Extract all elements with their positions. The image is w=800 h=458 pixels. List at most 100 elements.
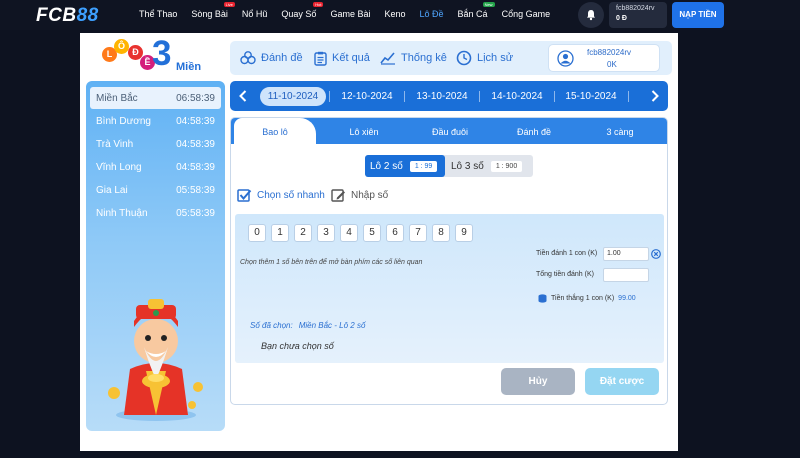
tab-bao-lo[interactable]: Bao lô <box>234 118 316 144</box>
number-key[interactable]: 9 <box>455 224 473 242</box>
win-per-unit: Tiền thắng 1 con (K) 99.00 <box>538 294 636 303</box>
date-item[interactable]: 15-10-2024 <box>558 87 624 106</box>
nav-lode[interactable]: Lô Đề <box>413 0 451 30</box>
tab-place-bet[interactable]: Đánh đề <box>240 41 303 75</box>
account-balance: 0K <box>607 60 617 69</box>
countdown: 04:58:39 <box>176 161 215 173</box>
clipboard-icon <box>314 51 327 66</box>
checkbox-checked-icon <box>237 189 252 202</box>
nav-card-games[interactable]: Game Bài <box>323 0 377 30</box>
date-next-button[interactable] <box>644 81 666 111</box>
selected-numbers-row: Số đã chọn: Miền Bắc - Lô 2 số <box>250 321 366 330</box>
lo-2-so-option[interactable]: Lô 2 số 1 : 99 <box>365 155 445 177</box>
place-bet-button[interactable]: Đặt cược <box>585 368 659 395</box>
date-separator <box>628 91 629 102</box>
logo-number: 3 <box>152 34 172 73</box>
countdown: 04:58:39 <box>176 115 215 127</box>
region-item-vinh-long[interactable]: Vĩnh Long 04:58:39 <box>90 156 221 178</box>
number-key[interactable]: 7 <box>409 224 427 242</box>
date-item[interactable]: 14-10-2024 <box>484 87 550 106</box>
tab-danh-de[interactable]: Đánh đề <box>493 118 575 144</box>
account-username: fcb882024rv <box>587 48 632 57</box>
balance: 0 Đ <box>616 15 627 22</box>
avatar-icon <box>557 50 574 67</box>
nav-game-portal[interactable]: Cổng Game <box>495 0 558 30</box>
number-hint-text: Chọn thêm 1 số bên trên để mở bàn phím c… <box>240 259 423 266</box>
logo-word: Miền <box>176 61 202 73</box>
date-separator <box>329 91 330 102</box>
new-badge: New <box>482 2 495 7</box>
lode-3-mien-logo: L Ô Đ Ề 3 Miền <box>100 34 210 77</box>
nav-slots[interactable]: Nổ Hũ <box>235 0 275 30</box>
empty-selection-note: Bạn chưa chọn số <box>261 341 334 351</box>
chevron-left-icon <box>239 90 247 102</box>
bet-type-tabs: Bao lô Lô xiên Đầu đuôi Đánh đề 3 càng <box>231 118 667 144</box>
chevron-right-icon <box>651 90 659 102</box>
user-balance-box[interactable]: fcb882024rv 0 Đ <box>609 2 667 28</box>
region-item-binh-duong[interactable]: Bình Dương 04:58:39 <box>90 110 221 132</box>
tab-history[interactable]: Lịch sử <box>456 41 513 75</box>
chart-line-icon <box>380 52 395 65</box>
nav-casino[interactable]: Sòng Bài Live <box>184 0 235 30</box>
bet-card: Bao lô Lô xiên Đầu đuôi Đánh đề 3 càng L… <box>230 117 668 405</box>
region-item-mien-bac[interactable]: Miền Bắc 06:58:39 <box>90 87 221 109</box>
number-key[interactable]: 1 <box>271 224 289 242</box>
countdown: 05:58:39 <box>176 184 215 196</box>
edit-icon <box>331 189 345 202</box>
countdown: 04:58:39 <box>176 138 215 150</box>
total-bet-input[interactable] <box>603 268 649 282</box>
total-bet-label: Tổng tiền đánh (K) <box>536 271 594 278</box>
number-key[interactable]: 3 <box>317 224 335 242</box>
main-nav: Thể Thao Sòng Bài Live Nổ Hũ Quay Số Hot G… <box>132 0 557 30</box>
unit-bet-input[interactable]: 1.00 <box>603 247 649 261</box>
nav-lottery-draw[interactable]: Quay Số Hot <box>274 0 324 30</box>
nav-sports[interactable]: Thể Thao <box>132 0 184 30</box>
quick-pick-mode[interactable]: Chọn số nhanh <box>237 188 325 203</box>
date-item[interactable]: 11-10-2024 <box>260 87 326 106</box>
region-item-tra-vinh[interactable]: Trà Vinh 04:58:39 <box>90 133 221 155</box>
cancel-button[interactable]: Hủy <box>501 368 575 395</box>
number-key[interactable]: 4 <box>340 224 358 242</box>
tab-3-cang[interactable]: 3 càng <box>579 118 661 144</box>
clear-icon[interactable] <box>651 249 661 259</box>
bell-icon <box>587 10 595 21</box>
date-separator <box>554 91 555 102</box>
number-key[interactable]: 2 <box>294 224 312 242</box>
date-item[interactable]: 13-10-2024 <box>409 87 475 106</box>
region-item-ninh-thuan[interactable]: Ninh Thuận 05:58:39 <box>90 202 221 224</box>
nav-fishing[interactable]: Bắn Cá New <box>451 0 495 30</box>
countdown: 06:58:39 <box>176 92 215 104</box>
nav-keno[interactable]: Keno <box>377 0 412 30</box>
win-value: 99.00 <box>618 295 636 302</box>
logo-text: FCB <box>36 5 77 26</box>
live-badge: Live <box>223 2 235 7</box>
number-key[interactable]: 8 <box>432 224 450 242</box>
number-key[interactable]: 0 <box>248 224 266 242</box>
number-key[interactable]: 5 <box>363 224 381 242</box>
date-item[interactable]: 12-10-2024 <box>334 87 400 106</box>
odds-badge: 1 : 99 <box>409 160 438 172</box>
manual-entry-mode[interactable]: Nhập số <box>331 188 388 203</box>
tab-dau-duoi[interactable]: Đầu đuôi <box>409 118 491 144</box>
top-nav-bar: FCB88 Thể Thao Sòng Bài Live Nổ Hũ Quay S… <box>0 0 800 30</box>
hot-badge: Hot <box>313 2 324 7</box>
username: fcb882024rv <box>616 5 655 12</box>
odds-badge: 1 : 900 <box>490 160 523 172</box>
number-key[interactable]: 6 <box>386 224 404 242</box>
date-prev-button[interactable] <box>232 81 254 111</box>
tab-statistics[interactable]: Thống kê <box>380 41 447 75</box>
game-header-tabs: Đánh đề Kết quả Thống kê Lịch sử fcb8820… <box>230 41 672 75</box>
deposit-button[interactable]: NẠP TIỀN <box>672 2 724 28</box>
tab-lo-xien[interactable]: Lô xiên <box>323 118 405 144</box>
coins-icon <box>538 294 547 303</box>
clock-icon <box>456 50 472 66</box>
lo-3-so-option[interactable]: Lô 3 số 1 : 900 <box>446 155 533 177</box>
notification-button[interactable] <box>578 2 604 28</box>
account-card: fcb882024rv 0K <box>548 44 660 72</box>
date-selector: 11-10-2024 12-10-2024 13-10-2024 14-10-2… <box>230 81 668 111</box>
region-item-gia-lai[interactable]: Gia Lai 05:58:39 <box>90 179 221 201</box>
date-separator <box>404 91 405 102</box>
logo-ball: Ô <box>114 39 129 54</box>
tab-results[interactable]: Kết quả <box>314 41 370 75</box>
site-logo[interactable]: FCB88 <box>36 5 99 27</box>
